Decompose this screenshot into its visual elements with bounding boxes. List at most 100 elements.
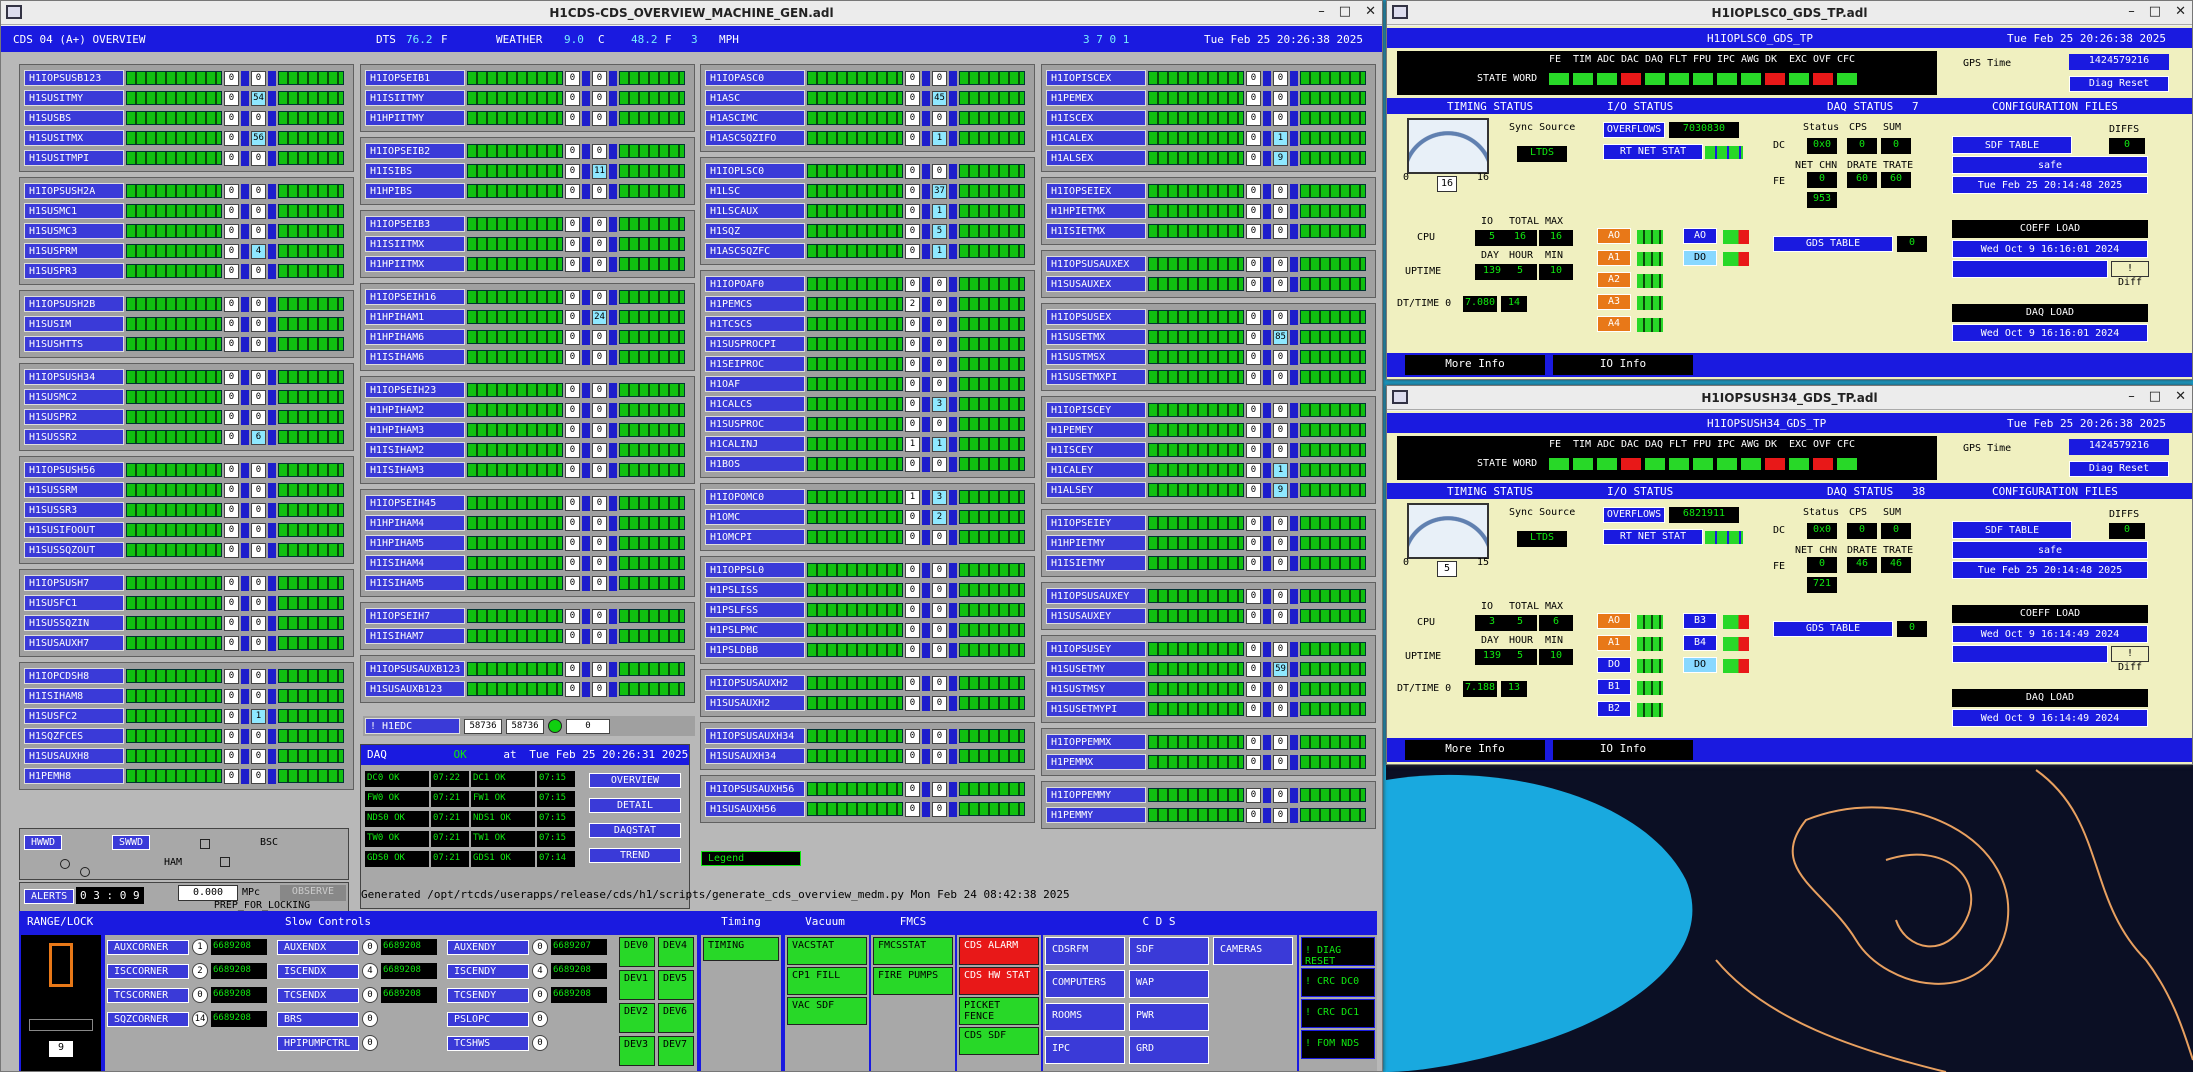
daq-load-button[interactable]: DAQ LOAD [1952, 689, 2148, 707]
model-button[interactable]: H1OMCPI [705, 529, 805, 545]
model-button[interactable]: H1ASCSQZFC [705, 243, 805, 259]
hwwd-button[interactable]: HWWD [24, 835, 63, 850]
slow-control-button[interactable]: TCSENDX [277, 987, 359, 1003]
model-button[interactable]: H1ISIBS [365, 163, 465, 179]
coeff-load-button[interactable]: COEFF LOAD [1952, 220, 2148, 238]
vacuum-button[interactable]: CP1 FILL [787, 967, 867, 995]
model-button[interactable]: H1SUSSQZIN [24, 615, 124, 631]
model-button[interactable]: H1IOPCDSH8 [24, 668, 124, 684]
slow-control-button[interactable]: TCSENDY [447, 987, 529, 1003]
model-button[interactable]: H1SUSTMSX [1046, 349, 1146, 365]
model-button[interactable]: H1HPIHAM5 [365, 535, 465, 551]
model-button[interactable]: H1PSLISS [705, 582, 805, 598]
cds-status-button[interactable]: CDS ALARM [959, 937, 1039, 965]
model-button[interactable]: H1SUSPR2 [24, 409, 124, 425]
model-button[interactable]: H1SUSPRM [24, 243, 124, 259]
model-button[interactable]: H1SUSPROCPI [705, 336, 805, 352]
model-button[interactable]: H1BOS [705, 456, 805, 472]
model-button[interactable]: H1ISIHAM4 [365, 555, 465, 571]
model-button[interactable]: H1IOPSUSB123 [24, 70, 124, 86]
slow-control-button[interactable]: AUXCORNER [107, 939, 189, 955]
vacuum-button[interactable]: VACSTAT [787, 937, 867, 965]
alerts-button[interactable]: ALERTS [24, 889, 75, 904]
model-button[interactable]: H1SUSIFOOUT [24, 522, 124, 538]
diag-button[interactable]: ! CRC DC1 [1301, 999, 1375, 1028]
model-button[interactable]: H1PEMMY [1046, 807, 1146, 823]
h1edc-button[interactable]: ! H1EDC [365, 718, 460, 734]
model-button[interactable]: H1SUSETMXPI [1046, 369, 1146, 385]
model-button[interactable]: H1IOPOAF0 [705, 276, 805, 292]
model-button[interactable]: H1SUSAUXH56 [705, 801, 805, 817]
diff-button[interactable]: ! Diff [2111, 646, 2149, 673]
dev-button[interactable]: DEV0 [619, 937, 655, 967]
model-button[interactable]: H1ISIETMY [1046, 555, 1146, 571]
diag-button[interactable]: ! CRC DC0 [1301, 968, 1375, 997]
model-button[interactable]: H1SUSAUXB123 [365, 681, 465, 697]
model-button[interactable]: H1SUSETMX [1046, 329, 1146, 345]
dev-button[interactable]: DEV4 [658, 937, 694, 967]
model-button[interactable]: H1IOPSUSH34 [24, 369, 124, 385]
model-button[interactable]: H1ASCSQZIFO [705, 130, 805, 146]
model-button[interactable]: H1SUSAUXEX [1046, 276, 1146, 292]
model-button[interactable]: H1SUSETMYPI [1046, 701, 1146, 717]
fmcs-button[interactable]: FMCSSTAT [873, 937, 953, 965]
model-button[interactable]: H1SUSHTTS [24, 336, 124, 352]
model-button[interactable]: H1PEMEX [1046, 90, 1146, 106]
io-card-button[interactable]: A1 [1597, 635, 1631, 651]
model-button[interactable]: H1HPIITMY [365, 110, 465, 126]
model-button[interactable]: H1IOPSUSAUXEX [1046, 256, 1146, 272]
model-button[interactable]: H1SUSAUXH7 [24, 635, 124, 651]
cds-status-button[interactable]: PICKET FENCE [959, 997, 1039, 1025]
slow-control-button[interactable]: ISCENDY [447, 963, 529, 979]
model-button[interactable]: H1CALEY [1046, 462, 1146, 478]
model-button[interactable]: H1SUSMC2 [24, 389, 124, 405]
close-icon[interactable]: ✕ [2175, 4, 2186, 19]
model-button[interactable]: H1LSC [705, 183, 805, 199]
slow-control-button[interactable]: ISCCORNER [107, 963, 189, 979]
model-button[interactable]: H1ALSEX [1046, 150, 1146, 166]
cds-link-button[interactable]: ROOMS [1045, 1003, 1125, 1031]
daq-nav-button[interactable]: TREND [589, 848, 681, 863]
slow-control-button[interactable]: TCSHWS [447, 1035, 529, 1051]
gds-table-button[interactable]: GDS TABLE [1773, 236, 1893, 252]
model-button[interactable]: H1SUSSR2 [24, 429, 124, 445]
model-button[interactable]: H1SUSAUXH34 [705, 748, 805, 764]
io-card-button[interactable]: A2 [1597, 272, 1631, 288]
model-button[interactable]: H1SQZFCES [24, 728, 124, 744]
model-button[interactable]: H1PEMMX [1046, 754, 1146, 770]
model-button[interactable]: H1HPIETMY [1046, 535, 1146, 551]
model-button[interactable]: H1SUSMC3 [24, 223, 124, 239]
rt-net-stat-button[interactable]: RT NET STAT [1603, 144, 1703, 160]
daq-nav-button[interactable]: OVERVIEW [589, 773, 681, 788]
slow-control-button[interactable]: AUXENDX [277, 939, 359, 955]
daq-nav-button[interactable]: DETAIL [589, 798, 681, 813]
cds-link-button[interactable]: PWR [1129, 1003, 1209, 1031]
coeff-load-button[interactable]: COEFF LOAD [1952, 605, 2148, 623]
io-card-button[interactable]: B2 [1597, 701, 1631, 717]
slow-control-button[interactable]: ISCENDX [277, 963, 359, 979]
model-button[interactable]: H1HPIHAM3 [365, 422, 465, 438]
fmcs-button[interactable]: FIRE PUMPS [873, 967, 953, 995]
slow-control-button[interactable]: AUXENDY [447, 939, 529, 955]
model-button[interactable]: H1CALINJ [705, 436, 805, 452]
model-button[interactable]: H1SUSITMY [24, 90, 124, 106]
maximize-icon[interactable]: □ [2149, 389, 2161, 404]
slow-control-button[interactable]: HPIPUMPCTRL [277, 1035, 359, 1051]
model-button[interactable]: H1PEMCS [705, 296, 805, 312]
model-button[interactable]: H1SUSBS [24, 110, 124, 126]
model-button[interactable]: H1SUSPROC [705, 416, 805, 432]
minimize-icon[interactable]: – [2128, 4, 2135, 19]
close-icon[interactable]: ✕ [2175, 389, 2186, 404]
dev-button[interactable]: DEV7 [658, 1036, 694, 1066]
io-card-button[interactable]: AO [1597, 228, 1631, 244]
model-button[interactable]: H1SUSSR3 [24, 502, 124, 518]
dev-button[interactable]: DEV2 [619, 1003, 655, 1033]
model-button[interactable]: H1IOPISCEX [1046, 70, 1146, 86]
model-button[interactable]: H1SUSETMY [1046, 661, 1146, 677]
window-menu-icon[interactable] [6, 5, 22, 19]
io-card-button[interactable]: AO [1597, 613, 1631, 629]
model-button[interactable]: H1IOPSEIH16 [365, 289, 465, 305]
model-button[interactable]: H1ISIITMX [365, 236, 465, 252]
model-button[interactable]: H1ISIHAM5 [365, 575, 465, 591]
slow-control-button[interactable]: TCSCORNER [107, 987, 189, 1003]
